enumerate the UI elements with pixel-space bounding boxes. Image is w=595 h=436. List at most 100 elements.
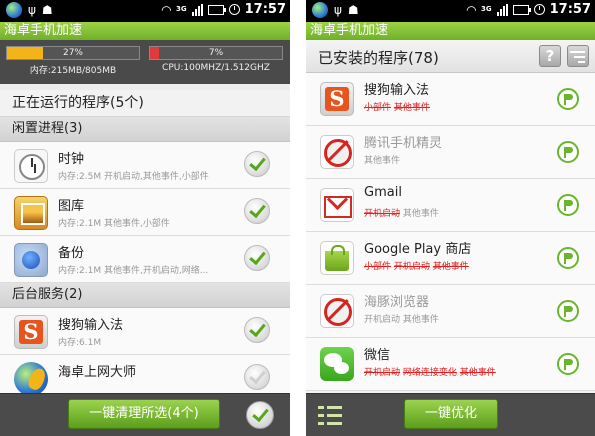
app-title: 海卓手机加速	[306, 22, 595, 40]
running-programs-screen: ψ ☗ ◠ 3G 17:57 海卓手机加速 27% 内存:215MB/805MB…	[0, 0, 290, 436]
select-checkbox[interactable]	[244, 151, 270, 177]
select-checkbox[interactable]	[244, 198, 270, 224]
app-tags: 小部件 其他事件	[364, 100, 430, 113]
menu-button[interactable]	[567, 45, 589, 67]
item-name: 海卓上网大师	[58, 365, 137, 380]
cpu-bar: 7%	[149, 46, 283, 60]
blocked-app-icon	[320, 294, 354, 328]
android-icon: ☗	[41, 3, 53, 17]
globe-icon	[14, 362, 48, 396]
tag: 开机启动	[393, 262, 430, 272]
item-name: 搜狗输入法	[58, 318, 124, 333]
select-checkbox[interactable]	[244, 317, 270, 343]
tag: 网络连接变化	[402, 368, 457, 378]
memory-percent: 27%	[62, 48, 83, 58]
tag: 开机启动	[364, 209, 401, 219]
tag: 小部件	[364, 262, 392, 272]
battery-icon	[512, 4, 531, 15]
sogou-icon	[14, 315, 48, 349]
tag: 其他事件	[393, 103, 430, 113]
gallery-icon	[14, 196, 48, 230]
app-tags: 开机启动 网络连接变化 其他事件	[364, 365, 496, 378]
tag: 其他事件	[402, 209, 439, 219]
bottom-action-bar: 一键清理所选(4个)	[0, 393, 290, 436]
optimize-button[interactable]: 一键优化	[404, 399, 498, 429]
signal-icon	[496, 3, 508, 16]
app-name: 海豚浏览器	[364, 295, 430, 310]
list-item[interactable]: 图库 内存:2.1M 其他事件,小部件	[0, 189, 290, 236]
flag-icon[interactable]	[557, 88, 579, 110]
list-item[interactable]: Google Play 商店 小部件 开机启动 其他事件	[306, 232, 595, 285]
tag: 开机启动	[364, 368, 401, 378]
tag: 其他事件	[364, 156, 401, 166]
status-bar: ψ ☗ ◠ 3G 17:57	[306, 0, 595, 22]
blocked-app-icon	[320, 135, 354, 169]
google-play-icon	[320, 241, 354, 275]
usb-icon: ψ	[28, 3, 36, 17]
resource-stats: 27% 内存:215MB/805MB 7% CPU:100MHZ/1.512GH…	[0, 40, 290, 84]
sogou-icon	[320, 82, 354, 116]
list-item[interactable]: 搜狗输入法 小部件 其他事件	[306, 73, 595, 126]
signal-icon	[191, 3, 203, 16]
list-item[interactable]: 时钟 内存:2.5M 开机启动,其他事件,小部件	[0, 142, 290, 189]
app-name: 腾讯手机精灵	[364, 136, 443, 151]
running-programs-title: 正在运行的程序(5个)	[0, 90, 290, 117]
installed-header: 已安装的程序(78) ?	[306, 40, 595, 73]
list-item[interactable]: 腾讯手机精灵 其他事件	[306, 126, 595, 179]
help-button[interactable]: ?	[539, 45, 561, 67]
status-time: 17:57	[244, 2, 286, 17]
item-detail: 内存:6.1M	[58, 338, 102, 348]
installed-programs-screen: ψ ☗ ◠ 3G 17:57 海卓手机加速 已安装的程序(78) ? 搜狗输入法…	[306, 0, 595, 436]
app-tags: 其他事件	[364, 153, 400, 166]
list-item[interactable]: 搜狗输入法 内存:6.1M	[0, 308, 290, 355]
section-background-services: 后台服务(2)	[0, 283, 290, 308]
android-icon: ☗	[347, 3, 359, 17]
list-item[interactable]: 备份 内存:2.1M 其他事件,开机启动,网络...	[0, 236, 290, 283]
select-checkbox[interactable]	[244, 245, 270, 271]
wifi-icon: ◠	[161, 2, 171, 17]
memory-bar: 27%	[6, 46, 140, 60]
tag: 其他事件	[459, 368, 496, 378]
app-tags: 开机启动 其他事件	[364, 312, 439, 325]
network-type-label: 3G	[480, 5, 492, 13]
section-idle-processes: 闲置进程(3)	[0, 117, 290, 142]
flag-icon[interactable]	[557, 194, 579, 216]
network-type-label: 3G	[175, 5, 187, 13]
select-all-checkbox[interactable]	[246, 401, 274, 429]
memory-usage-label: 内存:215MB/805MB	[29, 66, 117, 76]
memory-stat: 27% 内存:215MB/805MB	[6, 46, 140, 80]
gmail-icon	[320, 188, 354, 222]
tag: 其他事件	[402, 315, 439, 325]
wechat-icon	[320, 347, 354, 381]
list-item[interactable]: 海豚浏览器 开机启动 其他事件	[306, 285, 595, 338]
item-detail: 内存:2.1M 其他事件,开机启动,网络...	[58, 266, 209, 276]
app-tags: 开机启动 其他事件	[364, 206, 439, 219]
app-name: 搜狗输入法	[364, 83, 430, 98]
wifi-icon: ◠	[466, 2, 476, 17]
running-list: 正在运行的程序(5个) 闲置进程(3) 时钟 内存:2.5M 开机启动,其他事件…	[0, 90, 290, 402]
flag-icon[interactable]	[557, 353, 579, 375]
select-checkbox[interactable]	[244, 364, 270, 390]
usb-icon: ψ	[334, 3, 342, 17]
battery-icon	[207, 4, 226, 15]
status-time: 17:57	[549, 2, 591, 17]
item-name: 时钟	[58, 152, 85, 167]
list-view-icon[interactable]	[318, 406, 342, 426]
app-name: 微信	[364, 348, 391, 363]
app-tags: 小部件 开机启动 其他事件	[364, 259, 469, 272]
cpu-usage-label: CPU:100MHZ/1.512GHZ	[162, 63, 270, 73]
clock-icon	[14, 149, 48, 183]
app-title: 海卓手机加速	[0, 22, 290, 40]
cpu-percent: 7%	[208, 48, 224, 58]
tag: 开机启动	[364, 315, 401, 325]
flag-icon[interactable]	[557, 247, 579, 269]
installed-apps-list: 搜狗输入法 小部件 其他事件 腾讯手机精灵 其他事件 Gmail 开机启动 其他…	[306, 73, 595, 394]
list-item[interactable]: Gmail 开机启动 其他事件	[306, 179, 595, 232]
alarm-icon	[228, 4, 240, 15]
list-item[interactable]: 微信 开机启动 网络连接变化 其他事件	[306, 338, 595, 391]
clean-selected-button[interactable]: 一键清理所选(4个)	[68, 399, 220, 429]
globe-notification-icon	[6, 2, 22, 18]
item-name: 图库	[58, 199, 85, 214]
flag-icon[interactable]	[557, 141, 579, 163]
flag-icon[interactable]	[557, 300, 579, 322]
